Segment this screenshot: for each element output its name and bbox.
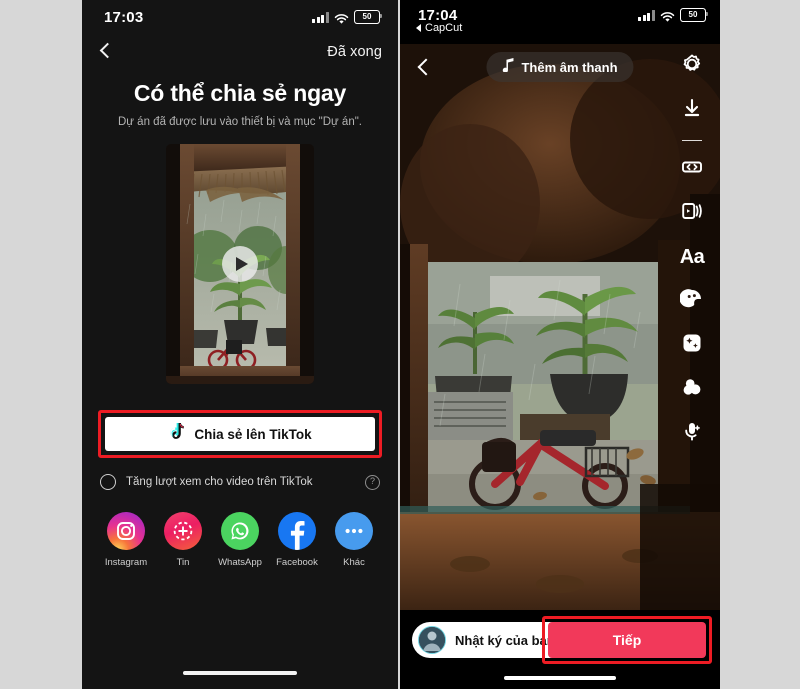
- more-dots-icon: [335, 512, 373, 550]
- user-avatar: [418, 626, 446, 654]
- sticker-icon: [679, 287, 704, 316]
- filters-icon: [680, 375, 704, 404]
- share-target-label: Tin: [176, 557, 190, 568]
- cellular-signal-icon: [312, 11, 329, 23]
- share-to-tiktok-button[interactable]: Chia sẻ lên TikTok: [105, 417, 375, 451]
- flash-settings-icon: [680, 52, 704, 81]
- share-target-label: WhatsApp: [218, 557, 262, 568]
- status-time: 17:03: [104, 8, 144, 26]
- voice-effects-icon: [680, 419, 704, 448]
- page-subtitle: Dự án đã được lưu vào thiết bị và mục "D…: [117, 116, 363, 128]
- share-target-facebook[interactable]: Facebook: [273, 512, 321, 568]
- sidebar-item-adjust-clips[interactable]: [674, 48, 710, 84]
- status-time: 17:04: [418, 6, 458, 24]
- home-indicator: [183, 671, 297, 675]
- question-mark-icon[interactable]: ?: [365, 474, 380, 490]
- back-button[interactable]: [94, 41, 116, 63]
- done-button[interactable]: Đã xong: [327, 44, 382, 60]
- enhance-sparkle-icon: [680, 331, 704, 360]
- instagram-icon: [107, 512, 145, 550]
- tiktok-share-highlight: Chia sẻ lên TikTok: [98, 410, 382, 458]
- screenshot-stage: 17:03 50 Đã xong Có thể chia sẻ ngay Dự …: [0, 0, 800, 689]
- sidebar-item-templates[interactable]: [674, 195, 710, 231]
- share-target-stories[interactable]: Tin: [159, 512, 207, 568]
- back-button[interactable]: [408, 50, 442, 84]
- share-target-instagram[interactable]: Instagram: [102, 512, 150, 568]
- add-sound-label: Thêm âm thanh: [521, 59, 618, 75]
- return-to-capcut-button[interactable]: CapCut: [416, 22, 462, 34]
- sidebar-item-voice-effects[interactable]: [674, 415, 710, 451]
- boost-views-label: Tăng lượt xem cho video trên TikTok: [126, 476, 313, 488]
- editor-sidebar: Aa: [670, 48, 714, 459]
- share-target-more[interactable]: Khác: [330, 512, 378, 568]
- sidebar-item-download[interactable]: [674, 92, 710, 128]
- whatsapp-icon: [221, 512, 259, 550]
- facebook-icon: [278, 512, 316, 550]
- cellular-signal-icon: [638, 9, 655, 21]
- video-preview-thumbnail[interactable]: [166, 144, 314, 384]
- back-triangle-icon: [416, 24, 421, 32]
- sidebar-divider: [682, 140, 702, 142]
- page-title: Có thể chia sẻ ngay: [133, 80, 347, 106]
- status-icons: 50: [312, 10, 382, 24]
- share-target-whatsapp[interactable]: WhatsApp: [216, 512, 264, 568]
- sidebar-item-filters[interactable]: [674, 371, 710, 407]
- sidebar-item-stickers[interactable]: [674, 283, 710, 319]
- next-button-highlight: Tiếp: [542, 616, 712, 664]
- text-aa-icon: Aa: [679, 245, 705, 268]
- battery-icon: 50: [680, 8, 708, 22]
- share-to-tiktok-label: Chia sẻ lên TikTok: [194, 426, 312, 442]
- share-target-label: Facebook: [276, 557, 318, 568]
- add-sound-button[interactable]: Thêm âm thanh: [486, 52, 634, 82]
- next-label: Tiếp: [612, 632, 642, 648]
- nav-bar: Đã xong: [82, 34, 398, 70]
- download-icon: [680, 96, 704, 125]
- next-button[interactable]: Tiếp: [548, 622, 706, 658]
- status-bar: 17:03 50: [82, 0, 398, 34]
- radio-unchecked-icon[interactable]: [100, 474, 116, 490]
- left-gutter: [0, 0, 82, 689]
- stories-icon: [164, 512, 202, 550]
- music-note-icon: [502, 57, 514, 77]
- editor-bottom-bar: Nhật ký của bạn Tiếp: [400, 610, 720, 689]
- right-gutter: [720, 0, 800, 689]
- sidebar-item-flip[interactable]: [674, 151, 710, 187]
- share-targets: Instagram Tin WhatsApp Facebook Khác: [102, 512, 378, 568]
- status-icons: 50: [638, 8, 708, 22]
- capcut-export-screen: 17:03 50 Đã xong Có thể chia sẻ ngay Dự …: [82, 0, 398, 689]
- wifi-icon: [660, 10, 675, 22]
- your-story-label: Nhật ký của bạn: [455, 632, 555, 648]
- battery-icon: 50: [354, 10, 382, 24]
- tiktok-post-editor-screen: 17:04 50 CapCut Thêm âm thanh Aa Nhật ký…: [398, 0, 720, 689]
- tiktok-icon: [168, 422, 185, 446]
- share-target-label: Instagram: [104, 557, 148, 568]
- play-icon[interactable]: [222, 246, 258, 282]
- share-target-label: Khác: [343, 557, 365, 568]
- templates-icon: [680, 199, 704, 228]
- sidebar-item-enhance[interactable]: [674, 327, 710, 363]
- wifi-icon: [334, 12, 349, 24]
- boost-views-row[interactable]: Tăng lượt xem cho video trên TikTok ?: [100, 474, 380, 490]
- home-indicator: [504, 676, 616, 680]
- flip-icon: [680, 155, 704, 184]
- sidebar-item-text[interactable]: Aa: [674, 239, 710, 275]
- return-app-label: CapCut: [425, 22, 463, 34]
